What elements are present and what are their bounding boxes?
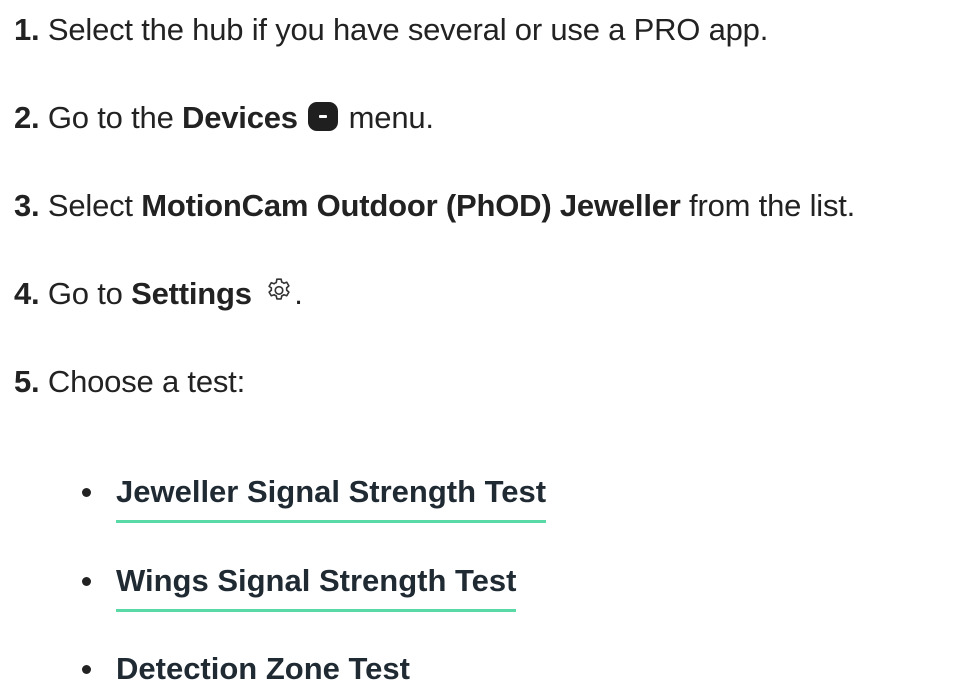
step-2: 2. Go to the Devices menu. <box>14 98 434 138</box>
devices-icon <box>308 102 339 131</box>
bullet-dot <box>82 665 91 674</box>
step-text: Choose a test: <box>47 364 245 399</box>
step-number: 3. <box>14 188 40 223</box>
step-number: 2. <box>14 100 40 135</box>
step-text-pre: Go to the <box>47 100 183 135</box>
step-text: Select the hub if you have several or us… <box>47 12 769 47</box>
step-number: 4. <box>14 276 40 311</box>
devices-menu-label: Devices <box>182 100 298 135</box>
step-1: 1. Select the hub if you have several or… <box>14 10 768 50</box>
jeweller-signal-test-link[interactable]: Jeweller Signal Strength Test <box>116 472 547 523</box>
step-text-pre: Go to <box>47 276 132 311</box>
bullet-dot <box>82 577 91 586</box>
wings-signal-test-link[interactable]: Wings Signal Strength Test <box>116 561 517 612</box>
step-5: 5. Choose a test: <box>14 362 245 402</box>
step-number: 1. <box>14 12 40 47</box>
step-text-post: . <box>294 276 303 311</box>
step-number: 5. <box>14 364 40 399</box>
step-text-post: from the list. <box>680 188 856 223</box>
step-4: 4. Go to Settings . <box>14 274 303 314</box>
step-text-pre: Select <box>47 188 142 223</box>
settings-label: Settings <box>131 276 252 311</box>
step-3: 3. Select MotionCam Outdoor (PhOD) Jewel… <box>14 186 855 226</box>
device-name: MotionCam Outdoor (PhOD) Jeweller <box>141 188 681 223</box>
step-text-post: menu. <box>340 100 434 135</box>
gear-icon <box>264 276 294 306</box>
bullet-dot <box>82 488 91 497</box>
detection-zone-test-label: Detection Zone Test <box>116 651 410 686</box>
